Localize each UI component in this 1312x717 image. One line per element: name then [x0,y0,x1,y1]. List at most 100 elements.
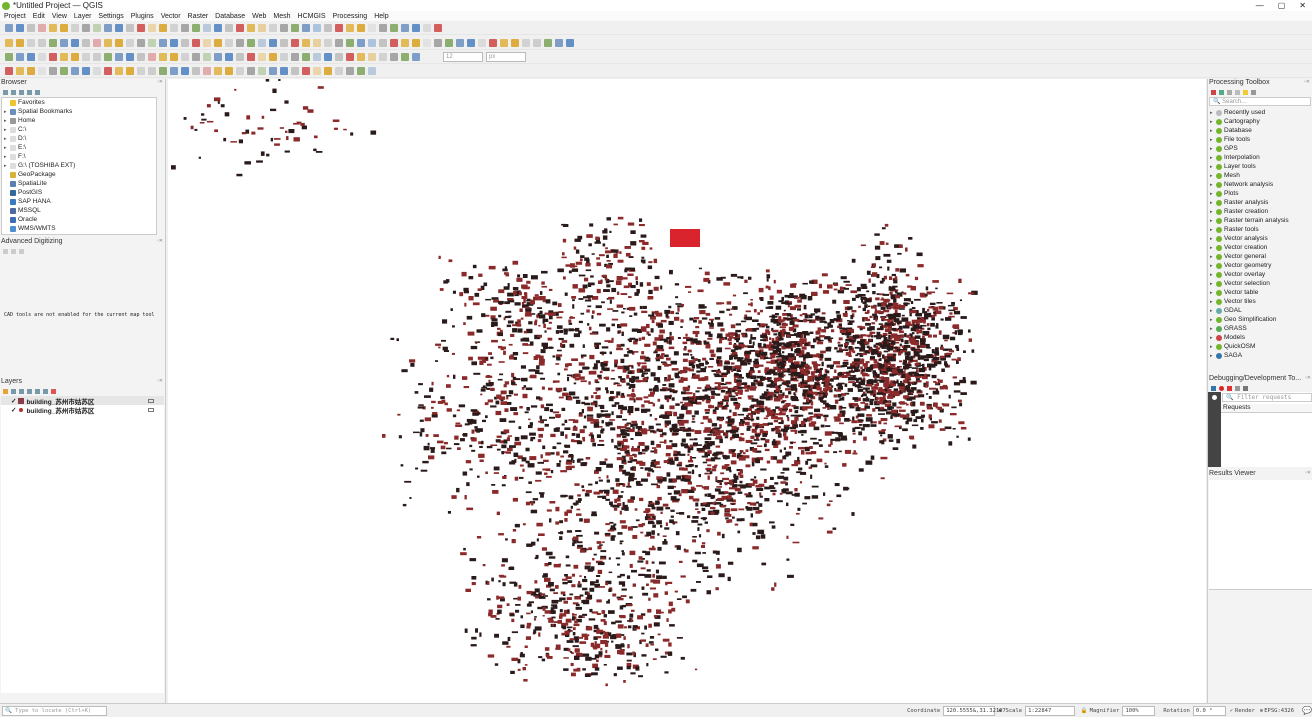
toolbar-tool-icon[interactable] [16,66,24,75]
settings-icon[interactable] [1251,89,1256,95]
toolbar-tool-icon[interactable] [247,52,255,61]
processing-provider[interactable]: ▸ GRASS [1208,324,1312,333]
toolbar-tool-icon[interactable] [258,23,266,32]
layer-indicator-icon[interactable] [148,407,154,412]
filter-icon[interactable] [3,89,8,95]
toolbar-tool-icon[interactable] [60,38,68,47]
toolbar-tool-icon[interactable] [16,52,24,61]
toolbar-tool-icon[interactable] [60,52,68,61]
processing-provider[interactable]: ▸ Raster tools [1208,225,1312,234]
toolbar-tool-icon[interactable] [258,52,266,61]
filter-icon[interactable] [27,388,32,394]
toolbar-tool-icon[interactable] [203,38,211,47]
browser-item[interactable]: Favorites [2,98,156,107]
toolbar-tool-icon[interactable] [401,52,409,61]
expand-arrow-icon[interactable]: ▸ [1210,110,1214,116]
toolbar-tool-icon[interactable] [302,23,310,32]
processing-provider[interactable]: ▸ Raster terrain analysis [1208,216,1312,225]
expand-arrow-icon[interactable]: ▸ [1210,236,1214,242]
menu-layer[interactable]: Layer [74,13,92,20]
toolbar-tool-icon[interactable] [236,52,244,61]
processing-provider[interactable]: ▸ Vector table [1208,288,1312,297]
toolbar-tool-icon[interactable] [236,38,244,47]
cad-icon[interactable] [11,248,16,254]
toolbar-tool-icon[interactable] [247,38,255,47]
expand-arrow-icon[interactable]: ▸ [1210,263,1214,269]
coordinate-input[interactable]: 120.5555&,31.32197 [943,705,1006,716]
toolbar-tool-icon[interactable] [170,23,178,32]
toolbar-tool-icon[interactable] [82,23,90,32]
toolbar-tool-icon[interactable] [115,38,123,47]
toolbar-tool-icon[interactable] [500,38,508,47]
toolbar-tool-icon[interactable] [93,52,101,61]
toolbar-tool-icon[interactable] [390,23,398,32]
expand-arrow-icon[interactable]: ▸ [1210,200,1214,206]
toolbar-tool-icon[interactable] [269,23,277,32]
toolbar-tool-icon[interactable] [445,38,453,47]
toolbar-tool-icon[interactable] [159,66,167,75]
toolbar-tool-icon[interactable] [291,38,299,47]
menu-plugins[interactable]: Plugins [131,13,154,20]
expand-arrow-icon[interactable]: ▸ [1210,254,1214,260]
style-icon[interactable] [3,388,8,394]
toolbar-tool-icon[interactable] [456,38,464,47]
toolbar-tool-icon[interactable] [93,23,101,32]
scripts-icon[interactable] [1219,89,1224,95]
processing-provider[interactable]: ▸ Vector analysis [1208,234,1312,243]
processing-provider[interactable]: ▸ GPS [1208,144,1312,153]
toolbar-tool-icon[interactable] [214,38,222,47]
toolbar-tool-icon[interactable] [467,38,475,47]
funnel-icon[interactable] [19,89,24,95]
processing-provider[interactable]: ▸ File tools [1208,135,1312,144]
expand-arrow-icon[interactable]: ▸ [4,136,8,142]
toolbar-tool-icon[interactable] [313,66,321,75]
properties-icon[interactable] [35,89,40,95]
toolbar-tool-icon[interactable] [511,38,519,47]
expand-arrow-icon[interactable]: ▸ [1210,308,1214,314]
toolbar-tool-icon[interactable] [82,66,90,75]
cad-icon[interactable] [19,248,24,254]
render-checkbox[interactable]: ✓ [1230,708,1233,714]
toolbar-tool-icon[interactable] [269,66,277,75]
toolbar-tool-icon[interactable] [214,66,222,75]
toolbar-tool-icon[interactable] [324,38,332,47]
toolbar-tool-icon[interactable] [555,38,563,47]
toolbar-tool-icon[interactable] [258,38,266,47]
magnifier-input[interactable]: 100% [1122,705,1156,716]
expand-arrow-icon[interactable]: ▸ [1210,191,1214,197]
toolbar-tool-icon[interactable] [16,23,24,32]
layer-visibility-checkbox[interactable]: ✓ [11,406,16,414]
toolbar-tool-icon[interactable] [148,52,156,61]
toolbar-tool-icon[interactable] [566,38,574,47]
toolbar-tool-icon[interactable] [247,66,255,75]
toolbar-tool-icon[interactable] [401,38,409,47]
browser-item[interactable]: GeoPackage [2,170,156,179]
toolbar-tool-icon[interactable] [412,23,420,32]
toolbar-tool-icon[interactable] [16,38,24,47]
processing-provider[interactable]: ▸ Models [1208,333,1312,342]
toolbar-tool-icon[interactable] [93,38,101,47]
toolbar-tool-icon[interactable] [335,38,343,47]
browser-item[interactable]: Vector Tiles [2,233,156,234]
expand-arrow-icon[interactable]: ▸ [4,154,8,160]
expand-arrow-icon[interactable]: ▸ [1210,299,1214,305]
toolbar-tool-icon[interactable] [346,23,354,32]
toolbar-tool-icon[interactable] [148,66,156,75]
menu-project[interactable]: Project [4,13,26,20]
browser-item[interactable]: ▸ Home [2,116,156,125]
toolbar-tool-icon[interactable] [357,52,365,61]
toolbar-tool-icon[interactable] [137,52,145,61]
toolbar-tool-icon[interactable] [115,52,123,61]
collapse-icon[interactable] [27,89,32,95]
toolbar-tool-icon[interactable] [60,66,68,75]
toolbar-tool-icon[interactable] [357,66,365,75]
expand-arrow-icon[interactable]: ▸ [1210,119,1214,125]
toolbar-tool-icon[interactable] [38,38,46,47]
menu-edit[interactable]: Edit [33,13,45,20]
processing-provider[interactable]: ▸ Vector geometry [1208,261,1312,270]
expand-arrow-icon[interactable]: ▸ [1210,209,1214,215]
toolbar-tool-icon[interactable] [346,66,354,75]
toolbar-tool-icon[interactable] [324,66,332,75]
expand-arrow-icon[interactable]: ▸ [1210,182,1214,188]
expand-arrow-icon[interactable]: ▸ [1210,137,1214,143]
